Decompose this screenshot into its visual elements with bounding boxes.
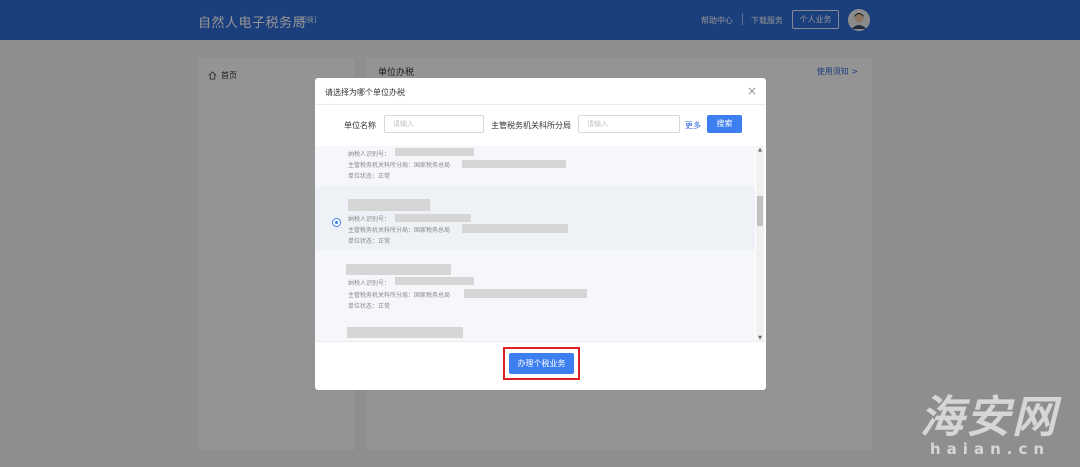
scroll-up-icon[interactable]: ▲ [756,146,764,154]
close-icon[interactable]: × [747,84,757,98]
bureau-input[interactable]: 请输入 [578,115,680,133]
bureau-label: 主管税务机关科所分局 [491,121,571,130]
unit-list: 纳税人识别号： 主管税务机关科所分局：国家税务总局 单位状态：正常 纳税人识别号… [315,146,766,342]
radio-selected[interactable] [332,218,341,227]
redacted-unit-name [347,327,463,338]
redacted-taxpayer-id [395,148,474,156]
unit-status: 单位状态：正常 [348,173,391,180]
redacted-bureau [462,160,566,168]
bureau-text: 主管税务机关科所分局：国家税务总局 [348,162,451,169]
dialog-title: 请选择为哪个单位办税 [325,88,405,97]
scroll-thumb[interactable] [757,196,763,226]
redacted-taxpayer-id [395,277,474,285]
taxpayer-id-label: 纳税人识别号： [348,216,391,223]
list-scrollbar[interactable]: ▲ ▼ [756,146,764,342]
watermark-domain: haian.cn [930,440,1051,458]
more-filters-link[interactable]: 更多 [685,120,701,131]
unit-name-input[interactable]: 请输入 [384,115,484,133]
bureau-text: 主管税务机关科所分局：国家税务总局 [348,227,451,234]
list-item[interactable] [315,318,755,341]
highlight-box: 办理个税业务 [503,347,580,380]
redacted-bureau [462,224,568,233]
unit-name-label: 单位名称 [344,121,376,130]
redacted-taxpayer-id [395,214,471,222]
unit-status: 单位状态：正常 [348,303,391,310]
list-item[interactable]: 纳税人识别号： 主管税务机关科所分局：国家税务总局 单位状态：正常 [315,250,755,318]
handle-personal-tax-button[interactable]: 办理个税业务 [509,353,574,374]
search-button[interactable]: 搜索 [707,115,742,133]
unit-status: 单位状态：正常 [348,238,391,245]
redacted-bureau [464,289,587,298]
select-unit-dialog: 请选择为哪个单位办税 × 单位名称 请输入 主管税务机关科所分局 请输入 更多 … [315,78,766,390]
scroll-down-icon[interactable]: ▼ [756,334,764,342]
dialog-divider [315,104,766,105]
list-item[interactable]: 纳税人识别号： 主管税务机关科所分局：国家税务总局 单位状态：正常 [315,186,755,250]
taxpayer-id-label: 纳税人识别号： [348,151,391,158]
redacted-unit-name [346,264,451,275]
bureau-text: 主管税务机关科所分局：国家税务总局 [348,292,451,299]
list-item[interactable]: 纳税人识别号： 主管税务机关科所分局：国家税务总局 单位状态：正常 [315,146,755,186]
watermark-logo: 海安网 [920,392,1058,443]
taxpayer-id-label: 纳税人识别号： [348,280,391,287]
redacted-unit-name [348,199,430,211]
